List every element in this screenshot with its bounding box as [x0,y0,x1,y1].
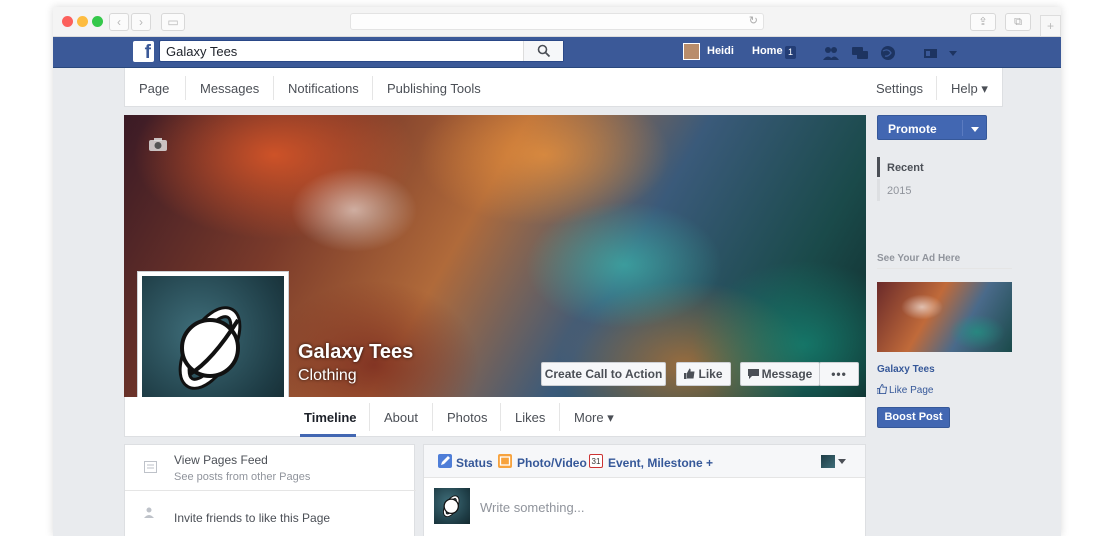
tab-about[interactable]: About [384,410,418,425]
active-tab-indicator [300,434,356,437]
forward-button[interactable]: › [131,13,151,31]
write-something-input[interactable]: Write something... [480,500,585,515]
page-settings-link[interactable]: Settings [876,81,923,96]
change-cover-camera-icon[interactable] [148,137,168,152]
page-admin-menu: Page Messages Notifications Publishing T… [124,68,1003,107]
thumbs-up-icon [684,368,695,379]
new-tab-button[interactable]: + [1040,15,1061,37]
ad-preview-heading: See Your Ad Here [877,253,961,264]
tabs-button[interactable]: ⧉ [1005,13,1031,31]
page-actions-panel: View Pages Feed See posts from other Pag… [124,444,416,536]
home-count-badge: 1 [785,46,796,59]
view-pages-feed-subtitle: See posts from other Pages [174,471,311,483]
privacy-shortcuts-icon[interactable] [922,45,940,61]
promote-chevron-down-icon[interactable] [971,127,979,132]
divider [877,268,1012,269]
browser-toolbar: ‹ › ▭ ↻ ⇪ ⧉ [53,7,1061,37]
help-menu[interactable]: Help ▾ [951,81,988,97]
divider [372,76,373,100]
composer-tabs: Status Photo/Video 31 Event, Milestone + [424,445,865,478]
close-window-button[interactable] [62,16,73,27]
tab-timeline[interactable]: Timeline [304,410,357,425]
status-pencil-icon [438,454,452,468]
view-pages-feed-title[interactable]: View Pages Feed [174,453,268,467]
view-pages-feed-item[interactable]: View Pages Feed See posts from other Pag… [125,445,416,491]
divider [369,403,370,431]
thumbs-up-icon [876,383,888,395]
photo-video-tab[interactable]: Photo/Video [517,456,587,470]
search-value: Galaxy Tees [166,44,238,59]
back-button[interactable]: ‹ [109,13,129,31]
divider [936,76,937,100]
sidebar-toggle-button[interactable]: ▭ [161,13,185,31]
page-name: Galaxy Tees [298,341,414,363]
search-button[interactable] [523,41,563,61]
timeline-year-nav: Recent 2015 [877,157,997,203]
tab-likes[interactable]: Likes [515,410,545,425]
ad-page-name[interactable]: Galaxy Tees [877,364,935,375]
divider [962,120,963,136]
facebook-logo-icon[interactable]: f [133,41,154,62]
year-nav-recent[interactable]: Recent [887,162,924,174]
like-page-button[interactable]: Like [676,362,731,386]
like-label: Like [698,367,723,381]
browser-window: ‹ › ▭ ↻ ⇪ ⧉ + f Galaxy Tees Heidi Home 1 [53,7,1061,536]
divider [432,403,433,431]
ad-like-label: Like Page [889,385,934,396]
post-as-page-avatar[interactable] [821,455,835,468]
post-as-chevron-down-icon[interactable] [838,459,846,465]
invite-friends-label[interactable]: Invite friends to like this Page [174,511,330,525]
page-menu-item-messages[interactable]: Messages [200,81,259,96]
boost-post-button[interactable]: Boost Post [877,407,950,428]
account-menu-chevron-down-icon[interactable] [947,45,959,61]
post-composer: Status Photo/Video 31 Event, Milestone +… [423,444,866,536]
user-avatar[interactable] [683,43,700,60]
search-input[interactable]: Galaxy Tees [159,40,564,62]
message-page-button[interactable]: Message [740,362,820,386]
page-category: Clothing [298,367,357,384]
status-tab[interactable]: Status [456,456,493,470]
divider [500,403,501,431]
page-menu-item-notifications[interactable]: Notifications [288,81,359,96]
facebook-top-bar: f Galaxy Tees Heidi Home 1 [53,37,1061,68]
message-label: Message [761,367,813,381]
notifications-globe-icon[interactable] [879,45,897,61]
share-button[interactable]: ⇪ [970,13,996,31]
year-nav-2015[interactable]: 2015 [887,185,911,197]
search-icon [537,44,551,58]
reload-icon[interactable]: ↻ [749,14,758,27]
event-calendar-icon: 31 [589,454,603,468]
event-milestone-tab[interactable]: Event, Milestone + [608,456,713,470]
home-link[interactable]: Home [752,45,783,57]
zoom-window-button[interactable] [92,16,103,27]
feed-icon [144,461,157,473]
saturn-planet-logo-icon [443,495,460,518]
page-tabs: Timeline About Photos Likes More ▾ [124,397,866,437]
user-name-link[interactable]: Heidi [707,45,734,57]
composer-page-avatar [434,488,470,524]
promote-label: Promote [888,122,937,136]
address-bar[interactable]: ↻ [350,13,764,30]
divider [273,76,274,100]
page-menu-item-page[interactable]: Page [139,81,169,96]
create-call-to-action-button[interactable]: Create Call to Action [541,362,666,386]
page-menu-item-publishing-tools[interactable]: Publishing Tools [387,81,481,96]
messages-icon[interactable] [851,45,869,61]
minimize-window-button[interactable] [77,16,88,27]
message-bubble-icon [747,369,759,379]
divider [185,76,186,100]
invite-friends-item[interactable]: Invite friends to like this Page [125,491,416,536]
year-track [877,179,880,201]
more-options-button[interactable]: ••• [819,362,859,386]
photo-video-icon [498,454,512,468]
tab-photos[interactable]: Photos [447,410,487,425]
ad-like-page-link[interactable]: Like Page [876,383,934,396]
tab-more[interactable]: More ▾ [574,410,614,426]
divider [559,403,560,431]
friend-requests-icon[interactable] [822,45,840,61]
ad-preview-image[interactable] [877,282,1012,352]
promote-button[interactable]: Promote [877,115,987,140]
active-year-indicator [877,157,880,177]
invite-friends-icon [144,507,154,518]
